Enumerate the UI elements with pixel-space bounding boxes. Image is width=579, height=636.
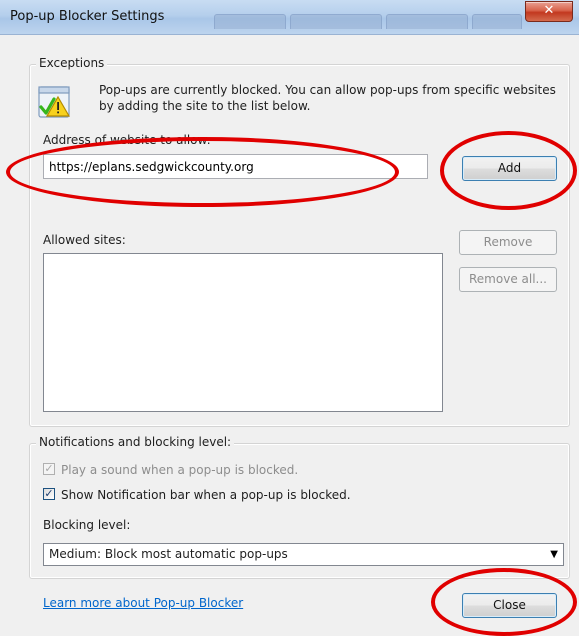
shield-warning-icon [38,86,71,118]
background-tab-advanced [472,14,522,29]
close-window-button[interactable]: ✕ [525,1,573,22]
allowed-sites-label: Allowed sites: [43,233,126,247]
address-label: Address of website to allow: [43,133,211,147]
play-sound-label: Play a sound when a pop-up is blocked. [61,463,299,477]
popup-blocker-dialog: Pop-up Blocker Settings ✕ Exceptions Pop… [0,0,579,636]
website-address-input[interactable] [43,154,428,179]
remove-all-button[interactable]: Remove all... [459,267,557,292]
close-x-icon: ✕ [543,3,555,18]
remove-button[interactable]: Remove [459,230,557,255]
show-notification-bar-label: Show Notification bar when a pop-up is b… [61,488,351,502]
notifications-group-label: Notifications and blocking level: [36,435,235,449]
title-bar[interactable]: Pop-up Blocker Settings ✕ [0,0,579,35]
allowed-sites-list[interactable] [43,253,443,412]
play-sound-checkbox[interactable]: ✓ [43,463,55,475]
exceptions-group-label: Exceptions [36,56,108,70]
blocking-level-select[interactable]: Medium: Block most automatic pop-ups ▼ [43,543,564,566]
add-button[interactable]: Add [462,156,557,181]
background-tab-connections [290,14,382,29]
show-notification-bar-checkbox[interactable]: ✓ [43,488,55,500]
dropdown-arrow-icon: ▼ [550,549,558,560]
close-button[interactable]: Close [462,593,557,618]
exceptions-info-text: Pop-ups are currently blocked. You can a… [99,83,556,113]
learn-more-link[interactable]: Learn more about Pop-up Blocker [43,596,243,610]
background-tab-programs [386,14,468,29]
window-title: Pop-up Blocker Settings [10,9,165,24]
blocking-level-label: Blocking level: [43,518,131,532]
background-tab-content [214,14,286,29]
blocking-level-value: Medium: Block most automatic pop-ups [49,547,288,561]
